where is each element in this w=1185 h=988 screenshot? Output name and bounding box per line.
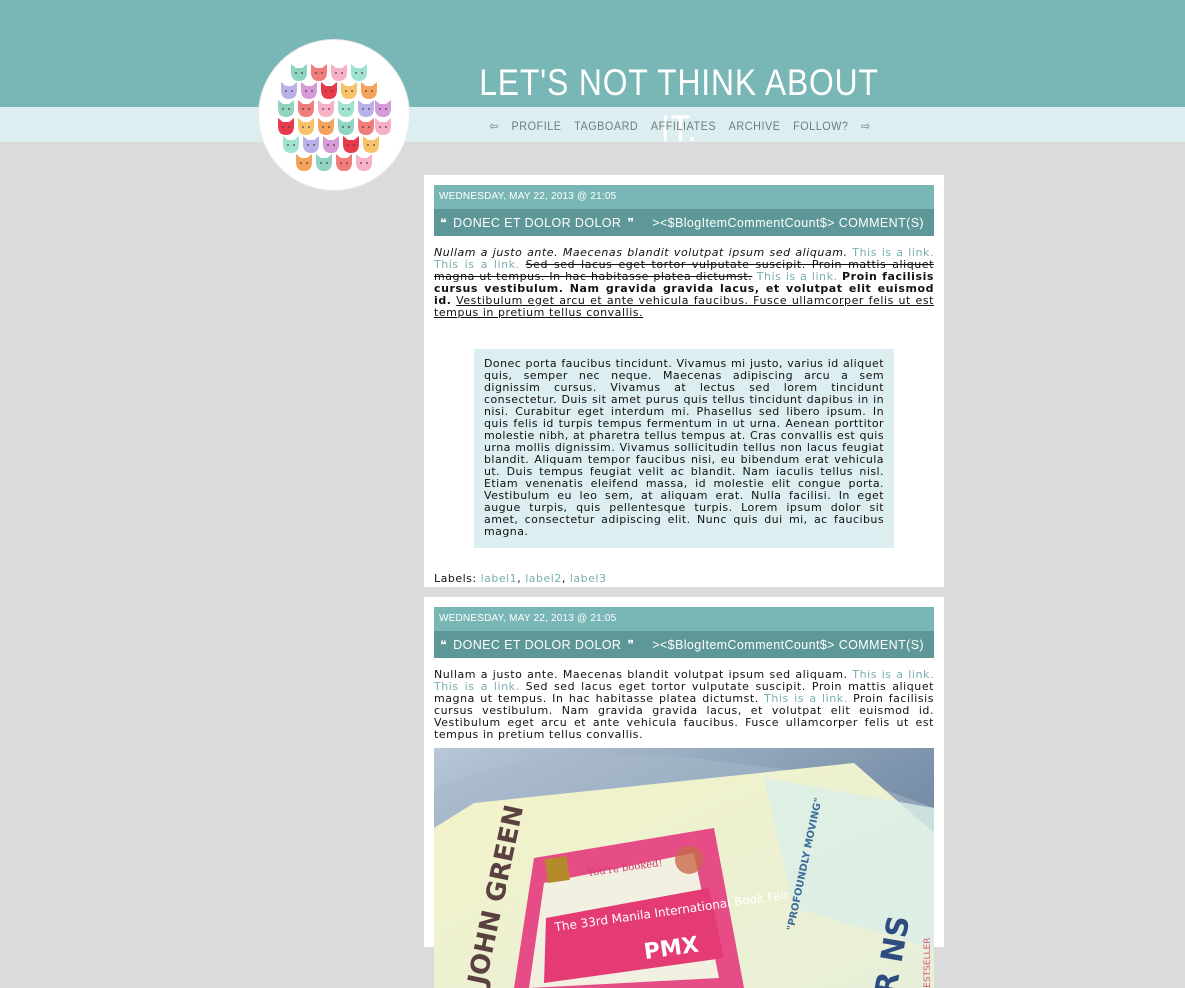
cat-head-icon xyxy=(343,136,359,153)
post-title-link[interactable]: DONEC ET DOLOR DOLOR xyxy=(453,638,621,652)
nav-item-tagboard[interactable]: TAGBOARD xyxy=(574,117,638,135)
cat-head-icon xyxy=(303,136,319,153)
cat-head-icon xyxy=(291,64,307,81)
post-title-link[interactable]: DONEC ET DOLOR DOLOR xyxy=(453,216,621,230)
open-quote-icon: ❝ xyxy=(440,638,448,652)
comment-count-link[interactable]: ><$BlogItemCommentCount$> COMMENT(S) xyxy=(652,216,924,230)
cat-head-icon xyxy=(351,64,367,81)
cat-head-icon xyxy=(311,64,327,81)
nav-next-arrow-icon[interactable]: ⇨ xyxy=(861,117,871,135)
cat-head-icon xyxy=(278,118,294,135)
cat-head-icon xyxy=(375,118,391,135)
cat-head-icon xyxy=(358,118,374,135)
post-body: Nullam a justo ante. Maecenas blandit vo… xyxy=(434,247,934,319)
post-photo: You're booked! The 33rd Manila Internati… xyxy=(434,748,934,988)
cat-head-icon xyxy=(301,82,317,99)
post-title-bar: ❝ DONEC ET DOLOR DOLOR ❞ ><$BlogItemComm… xyxy=(434,209,934,236)
label-link[interactable]: label1 xyxy=(481,572,518,585)
post-title: ❝ DONEC ET DOLOR DOLOR ❞ xyxy=(440,637,635,653)
labels-prefix: Labels: xyxy=(434,572,477,585)
cat-head-icon xyxy=(358,100,374,117)
label-separator: , xyxy=(517,572,522,585)
cat-head-icon xyxy=(316,154,332,171)
nav-prev-arrow-icon[interactable]: ⇦ xyxy=(489,117,499,135)
post-date: WEDNESDAY, MAY 22, 2013 @ 21:05 xyxy=(434,185,934,209)
post-title: ❝ DONEC ET DOLOR DOLOR ❞ xyxy=(440,215,635,231)
close-quote-icon: ❞ xyxy=(627,638,635,652)
nav-item-archive[interactable]: ARCHIVE xyxy=(729,117,781,135)
cat-head-icon xyxy=(323,136,339,153)
open-quote-icon: ❝ xyxy=(440,216,448,230)
cat-head-icon xyxy=(298,118,314,135)
blockquote: Donec porta faucibus tincidunt. Vivamus … xyxy=(474,349,894,548)
cat-head-icon xyxy=(363,136,379,153)
comment-count-link[interactable]: ><$BlogItemCommentCount$> COMMENT(S) xyxy=(652,638,924,652)
cat-head-icon xyxy=(296,154,312,171)
label-separator: , xyxy=(561,572,566,585)
site-title: LET'S NOT THINK ABOUT IT. xyxy=(479,62,879,149)
cat-head-icon xyxy=(331,64,347,81)
nav-item-follow[interactable]: FOLLOW? xyxy=(793,117,848,135)
post-title-bar: ❝ DONEC ET DOLOR DOLOR ❞ ><$BlogItemComm… xyxy=(434,631,934,658)
cat-head-icon xyxy=(318,100,334,117)
book-photo: You're booked! The 33rd Manila Internati… xyxy=(434,748,934,988)
main-nav: ⇦ PROFILE TAGBOARD AFFILIATES ARCHIVE FO… xyxy=(446,117,914,135)
post-date: WEDNESDAY, MAY 22, 2013 @ 21:05 xyxy=(434,607,934,631)
avatar xyxy=(259,40,409,190)
cat-head-icon xyxy=(338,100,354,117)
underlined-text: Vestibulum eget arcu et ante vehicula fa… xyxy=(434,294,934,319)
cat-head-icon xyxy=(278,100,294,117)
cat-head-icon xyxy=(338,118,354,135)
blog-post: WEDNESDAY, MAY 22, 2013 @ 21:05 ❝ DONEC … xyxy=(424,175,944,587)
blog-post: WEDNESDAY, MAY 22, 2013 @ 21:05 ❝ DONEC … xyxy=(424,597,944,988)
cat-head-icon xyxy=(361,82,377,99)
cat-pattern-icon xyxy=(278,64,391,171)
label-link[interactable]: label3 xyxy=(570,572,607,585)
cat-head-icon xyxy=(336,154,352,171)
cat-head-icon xyxy=(318,118,334,135)
close-quote-icon: ❞ xyxy=(627,216,635,230)
post-labels: Labels: label1, label2, label3 xyxy=(434,572,934,585)
cat-head-icon xyxy=(341,82,357,99)
cat-head-icon xyxy=(281,82,297,99)
cat-head-icon xyxy=(375,100,391,117)
cat-head-icon xyxy=(321,82,337,99)
post-body: Nullam a justo ante. Maecenas blandit vo… xyxy=(434,669,934,741)
nav-item-profile[interactable]: PROFILE xyxy=(512,117,562,135)
cat-head-icon xyxy=(298,100,314,117)
cat-head-icon xyxy=(356,154,372,171)
bestseller-text: BESTSELLER xyxy=(923,938,933,988)
nav-item-affiliates[interactable]: AFFILIATES xyxy=(651,117,716,135)
label-link[interactable]: label2 xyxy=(525,572,562,585)
cat-head-icon xyxy=(283,136,299,153)
